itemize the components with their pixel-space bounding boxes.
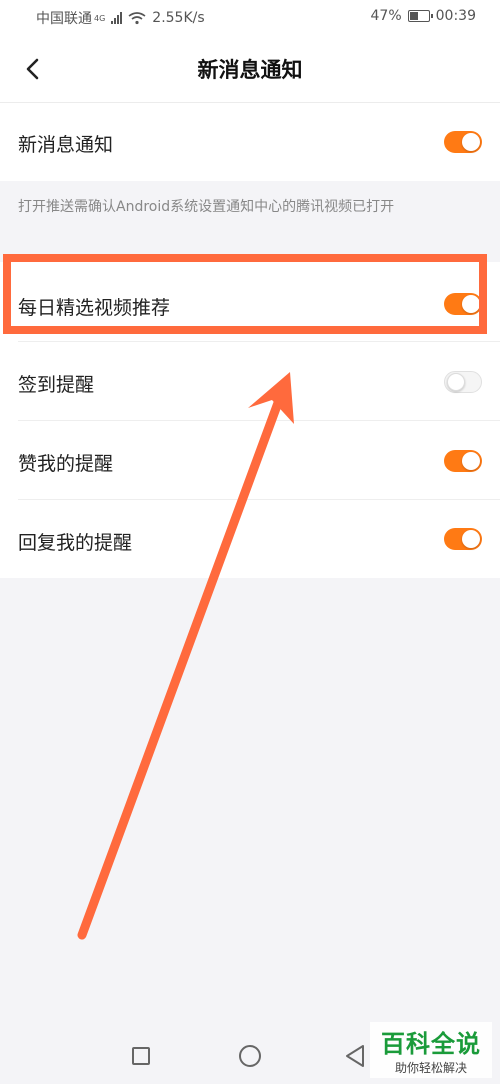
watermark: 百科全说 助你轻松解决: [370, 1022, 492, 1078]
watermark-subtitle: 助你轻松解决: [394, 1061, 467, 1075]
back-triangle-icon[interactable]: [344, 1044, 366, 1068]
home-icon[interactable]: [239, 1045, 261, 1067]
recent-apps-icon[interactable]: [132, 1047, 150, 1065]
watermark-title: 百科全说: [381, 1030, 481, 1058]
annotation-arrow: [77, 372, 294, 940]
